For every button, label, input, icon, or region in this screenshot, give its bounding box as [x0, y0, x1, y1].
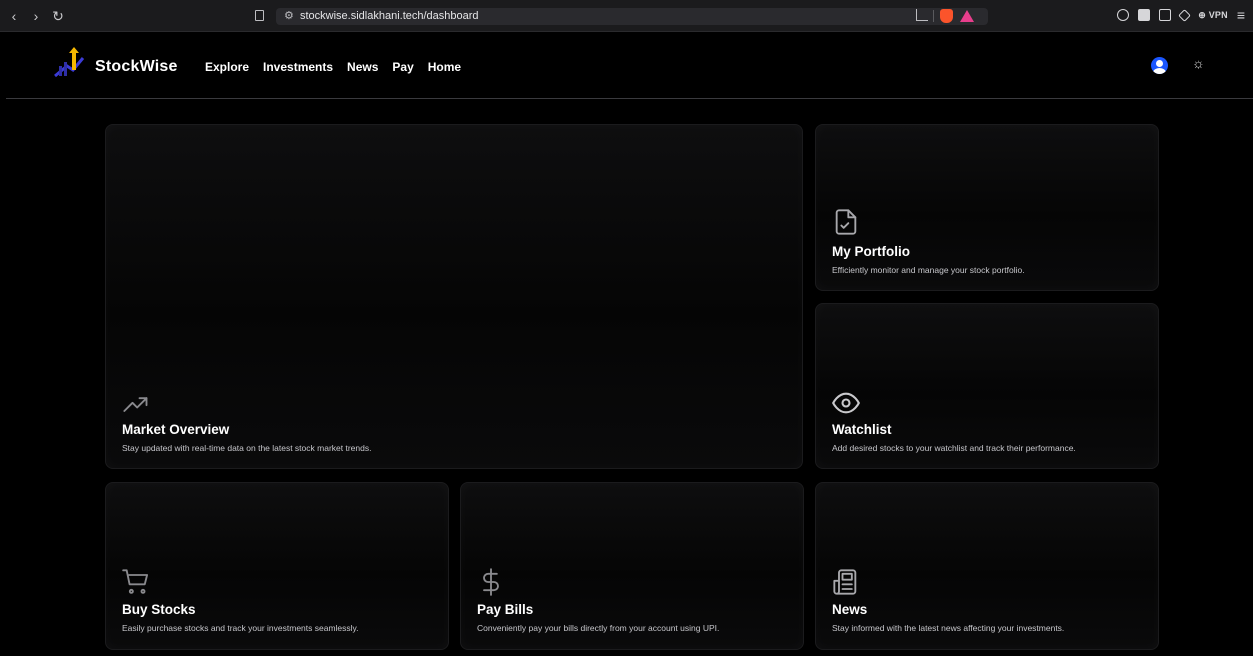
share-icon[interactable]: [916, 9, 928, 21]
market-overview-card[interactable]: Market Overview Stay updated with real-t…: [105, 124, 803, 469]
main-nav: Explore Investments News Pay Home: [205, 60, 461, 74]
browser-right-toolbar: ⊕ VPN ≡: [1117, 7, 1245, 23]
browser-toolbar: ‹ › ↻ ⚙ stockwise.sidlakhani.tech/dashbo…: [0, 0, 1253, 32]
wallet-icon[interactable]: [1159, 9, 1172, 21]
pay-bills-card[interactable]: Pay Bills Conveniently pay your bills di…: [460, 482, 804, 650]
brand-name[interactable]: StockWise: [95, 58, 178, 76]
card-title: Pay Bills: [477, 602, 534, 617]
stockwise-logo[interactable]: [53, 46, 87, 80]
leo-icon[interactable]: [1178, 8, 1192, 22]
vpn-button[interactable]: ⊕ VPN: [1198, 10, 1228, 21]
nav-news[interactable]: News: [347, 60, 378, 74]
forward-icon[interactable]: ›: [30, 8, 42, 24]
watchlist-card[interactable]: Watchlist Add desired stocks to your wat…: [815, 303, 1159, 469]
address-bar[interactable]: ⚙ stockwise.sidlakhani.tech/dashboard: [276, 8, 988, 25]
menu-icon[interactable]: ≡: [1237, 7, 1245, 23]
url-text[interactable]: stockwise.sidlakhani.tech/dashboard: [300, 10, 479, 22]
nav-investments[interactable]: Investments: [263, 60, 333, 74]
app-header: StockWise Explore Investments News Pay H…: [6, 33, 1253, 99]
avatar-head: [1156, 60, 1163, 67]
brave-rewards-icon[interactable]: [960, 10, 974, 22]
card-title: My Portfolio: [832, 244, 910, 259]
user-avatar[interactable]: [1151, 57, 1168, 74]
nav-home[interactable]: Home: [428, 60, 461, 74]
avatar-body: [1153, 68, 1166, 74]
card-description: Conveniently pay your bills directly fro…: [477, 623, 720, 633]
card-description: Stay informed with the latest news affec…: [832, 623, 1065, 633]
card-title: News: [832, 602, 868, 617]
reload-icon[interactable]: ↻: [52, 8, 64, 24]
card-title: Market Overview: [122, 422, 230, 437]
card-description: Stay updated with real-time data on the …: [122, 443, 372, 453]
news-card[interactable]: News Stay informed with the latest news …: [815, 482, 1159, 650]
sidebar-icon[interactable]: [1138, 9, 1151, 21]
shopping-cart-icon: [122, 568, 150, 596]
extensions-icon[interactable]: [1117, 9, 1130, 21]
trending-up-icon: [122, 390, 150, 418]
buy-stocks-card[interactable]: Buy Stocks Easily purchase stocks and tr…: [105, 482, 449, 650]
card-description: Easily purchase stocks and track your in…: [122, 623, 359, 633]
dollar-icon: [477, 568, 505, 596]
card-description: Efficiently monitor and manage your stoc…: [832, 265, 1025, 275]
browser-nav-buttons: ‹ › ↻: [8, 8, 64, 24]
card-title: Buy Stocks: [122, 602, 196, 617]
address-divider: [933, 10, 934, 22]
card-description: Add desired stocks to your watchlist and…: [832, 443, 1076, 453]
vpn-label: VPN: [1208, 9, 1228, 20]
newspaper-icon: [832, 568, 860, 596]
eye-icon: [832, 389, 860, 417]
file-check-icon: [832, 208, 860, 236]
card-title: Watchlist: [832, 422, 892, 437]
nav-pay[interactable]: Pay: [392, 60, 413, 74]
nav-explore[interactable]: Explore: [205, 60, 249, 74]
site-info-icon[interactable]: ⚙: [284, 9, 294, 22]
back-icon[interactable]: ‹: [8, 8, 20, 24]
bookmark-icon[interactable]: [255, 10, 264, 21]
theme-toggle-icon[interactable]: ☼: [1192, 55, 1205, 71]
brave-shields-icon[interactable]: [940, 9, 953, 23]
my-portfolio-card[interactable]: My Portfolio Efficiently monitor and man…: [815, 124, 1159, 291]
